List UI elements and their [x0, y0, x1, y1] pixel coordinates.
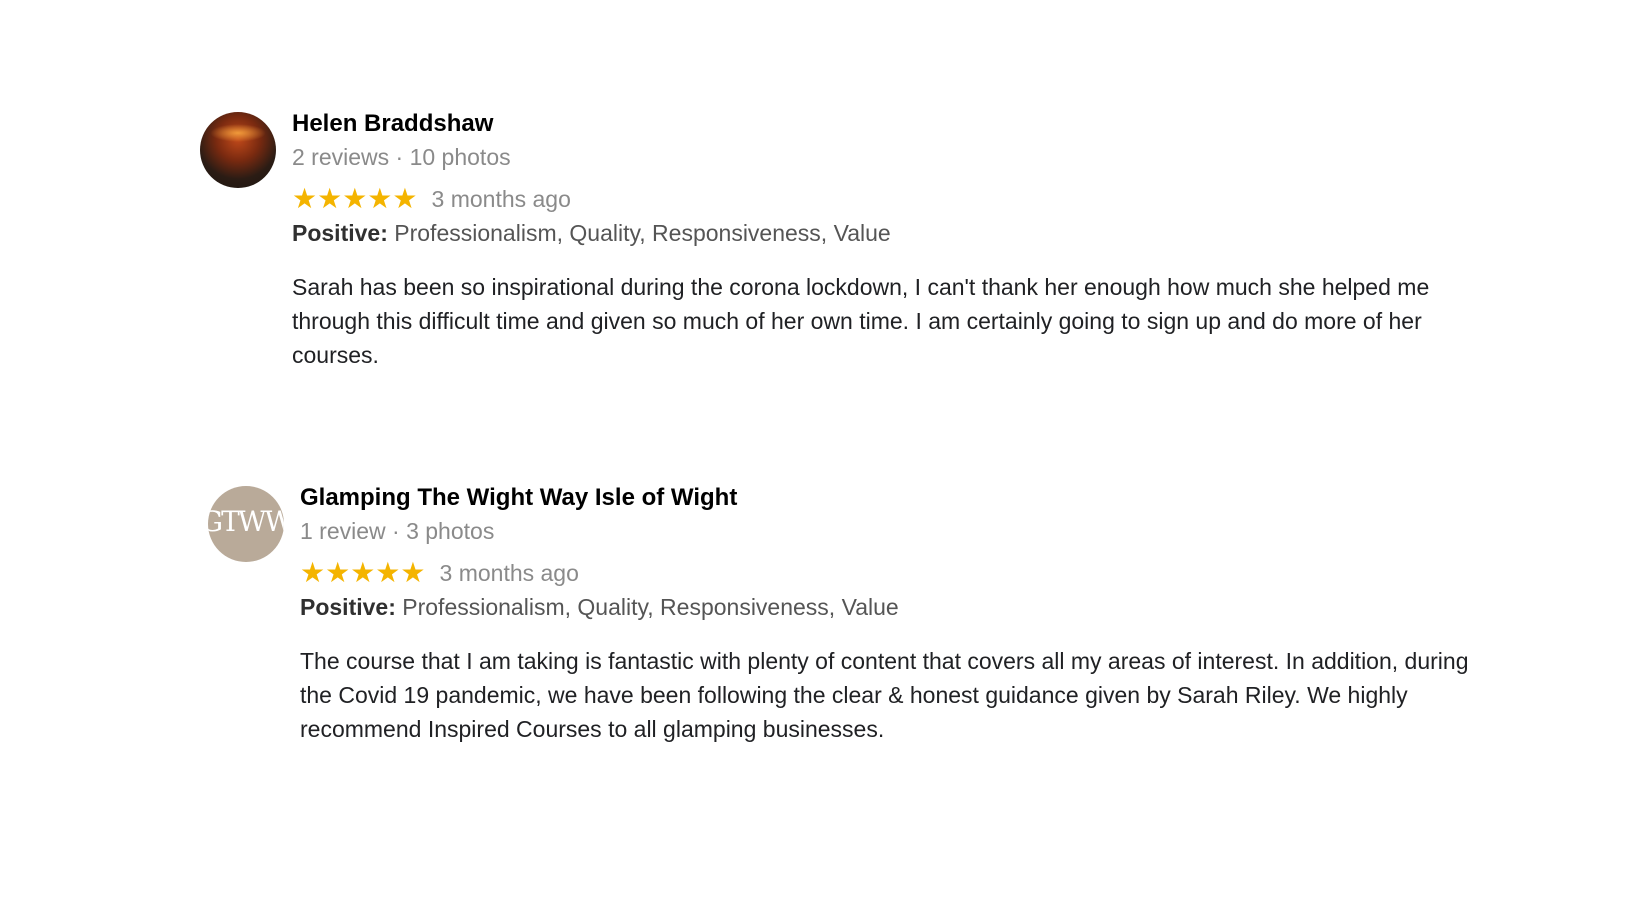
star-rating-icon: ★★★★★ — [292, 183, 418, 214]
positive-values: Professionalism, Quality, Responsiveness… — [402, 594, 899, 620]
positive-label: Positive: — [300, 594, 396, 620]
reviewer-avatar[interactable] — [200, 112, 276, 188]
reviewer-name[interactable]: Helen Braddshaw — [292, 110, 1482, 138]
positive-attributes: Positive: Professionalism, Quality, Resp… — [292, 218, 1482, 248]
review-content: Glamping The Wight Way Isle of Wight 1 r… — [300, 484, 1490, 746]
positive-values: Professionalism, Quality, Responsiveness… — [394, 220, 891, 246]
review-text: Sarah has been so inspirational during t… — [292, 274, 1430, 368]
rating-row: ★★★★★ 3 months ago — [300, 556, 1490, 590]
review-card: Helen Braddshaw 2 reviews · 10 photos ★★… — [200, 110, 1482, 372]
review-card: GTWW Glamping The Wight Way Isle of Wigh… — [208, 484, 1490, 746]
reviewer-name[interactable]: Glamping The Wight Way Isle of Wight — [300, 484, 1490, 512]
avatar-photo-glow — [210, 124, 266, 142]
positive-label: Positive: — [292, 220, 388, 246]
gtww-logo-icon: GTWW — [208, 505, 284, 538]
positive-attributes: Positive: Professionalism, Quality, Resp… — [300, 592, 1490, 622]
reviewer-meta: 1 review · 3 photos — [300, 518, 495, 544]
review-date: 3 months ago — [439, 559, 579, 586]
reviews-page: Helen Braddshaw 2 reviews · 10 photos ★★… — [0, 0, 1640, 923]
review-text: The course that I am taking is fantastic… — [300, 648, 1469, 742]
reviewer-meta: 2 reviews · 10 photos — [292, 144, 511, 170]
review-content: Helen Braddshaw 2 reviews · 10 photos ★★… — [292, 110, 1482, 372]
rating-row: ★★★★★ 3 months ago — [292, 182, 1482, 216]
star-rating-icon: ★★★★★ — [300, 557, 426, 588]
reviewer-avatar[interactable]: GTWW — [208, 486, 284, 562]
review-date: 3 months ago — [431, 185, 571, 212]
